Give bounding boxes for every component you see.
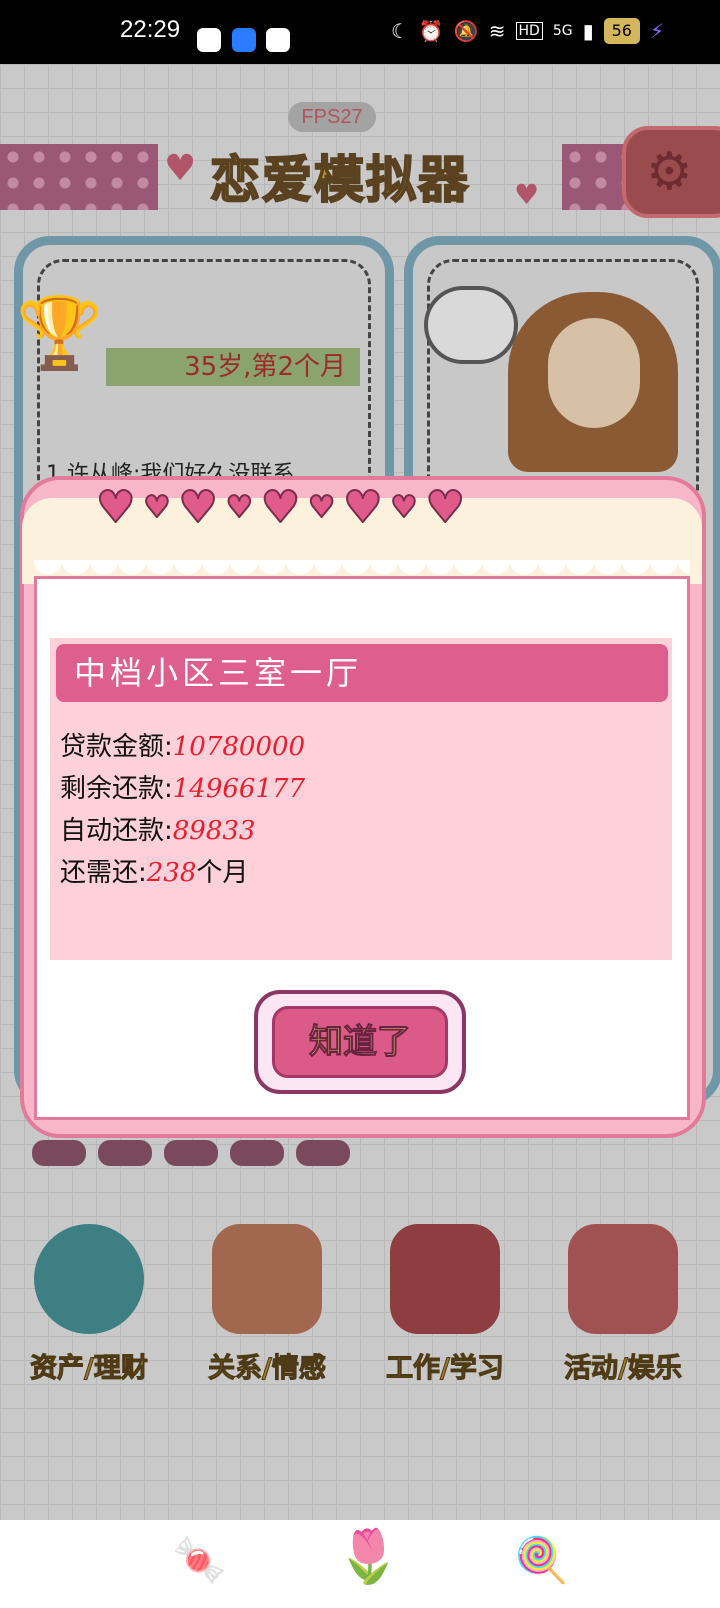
got-it-label: 知道了 xyxy=(272,1006,448,1078)
piggy-bank-icon xyxy=(34,1224,144,1334)
status-bar: 22:29 ☾ ⏰ 🔕 ≋ HD 5G ▮ 56 ⚡ xyxy=(0,0,720,64)
loan-amount-row: 贷款金额:10780000 xyxy=(60,726,305,763)
game-title: 恋爱模拟器 xyxy=(209,150,470,210)
row-value: 10780000 xyxy=(172,732,306,762)
auto-repayment-row: 自动还款:89833 xyxy=(60,810,255,847)
heart-icon: ♥ xyxy=(95,482,136,533)
candy-icon xyxy=(164,1140,218,1166)
row-label: 自动还款: xyxy=(60,816,173,846)
bottom-nav: 🍬 🌷 🍭 xyxy=(0,1520,720,1608)
age-label: 35岁,第2个月 xyxy=(106,348,360,386)
scallop-edge xyxy=(34,560,690,588)
charging-icon: ⚡ xyxy=(649,19,664,43)
network-label: 5G xyxy=(552,23,573,39)
girlfriend-face xyxy=(548,318,640,428)
heart-icon: ♥ xyxy=(424,482,465,533)
trophy-icon[interactable]: 🏆 xyxy=(16,292,103,375)
row-value: 238 xyxy=(146,858,197,888)
popcorn-icon xyxy=(568,1224,678,1334)
menu-entertainment-button[interactable]: 活动/娱乐 xyxy=(548,1224,698,1385)
heart-icon: ♥ xyxy=(514,178,540,211)
heart-icon: ♥ xyxy=(225,490,254,525)
heart-icon: ♥ xyxy=(177,482,218,533)
qq-app-icon xyxy=(197,28,221,52)
settings-button[interactable]: ⚙ xyxy=(622,126,720,218)
status-time: 22:29 xyxy=(120,16,181,43)
menu-label: 活动/娱乐 xyxy=(564,1353,683,1385)
candy-icon[interactable]: 🍬 xyxy=(172,1534,227,1586)
row-suffix: 个月 xyxy=(196,858,249,888)
remaining-repayment-row: 剩余还款:14966177 xyxy=(60,768,305,805)
couple-cups-icon xyxy=(212,1224,322,1334)
outfit-bubble-icon[interactable] xyxy=(424,286,518,364)
heart-icon: ♥ xyxy=(342,482,383,533)
mute-icon: 🔕 xyxy=(453,19,479,43)
heart-icon: ♥ xyxy=(260,482,301,533)
notebook-icon xyxy=(390,1224,500,1334)
lollipop-icon[interactable]: 🍭 xyxy=(514,1534,569,1586)
moon-icon: ☾ xyxy=(390,19,409,43)
heart-icon: ♥ xyxy=(390,490,419,525)
menu-label: 工作/学习 xyxy=(386,1353,505,1385)
wifi-icon: ≋ xyxy=(488,19,506,43)
heart-icon: ♥ xyxy=(142,490,171,525)
alarm-icon: ⏰ xyxy=(418,19,444,43)
candy-row xyxy=(32,1140,350,1166)
heart-icon: ♥ xyxy=(307,490,336,525)
row-label: 还需还: xyxy=(60,858,147,888)
menu-label: 资产/理财 xyxy=(30,1353,149,1385)
moon-app-icon xyxy=(232,28,256,52)
heart-icon: ♥ xyxy=(164,148,197,189)
menu-work-button[interactable]: 工作/学习 xyxy=(370,1224,520,1385)
battery-level: 56 xyxy=(603,18,640,44)
gear-icon: ⚙ xyxy=(646,142,693,202)
dialog-hearts: ♥ ♥ ♥ ♥ ♥ ♥ ♥ ♥ ♥ xyxy=(95,482,466,533)
candy-icon xyxy=(230,1140,284,1166)
menu-label: 关系/情感 xyxy=(208,1353,327,1385)
months-remaining-row: 还需还:238个月 xyxy=(60,852,248,889)
row-value: 89833 xyxy=(172,816,256,846)
menu-relationship-button[interactable]: 关系/情感 xyxy=(192,1224,342,1385)
fps-counter: FPS27 xyxy=(288,102,376,132)
row-value: 14966177 xyxy=(172,774,306,804)
candy-icon xyxy=(32,1140,86,1166)
camera-app-icon xyxy=(266,28,290,52)
candy-icon xyxy=(98,1140,152,1166)
flower-icon[interactable]: 🌷 xyxy=(336,1526,401,1587)
got-it-button[interactable]: 知道了 xyxy=(254,990,466,1094)
title-ribbon-left xyxy=(0,144,158,210)
status-icons: ☾ ⏰ 🔕 ≋ HD 5G ▮ 56 ⚡ xyxy=(391,18,664,44)
hd-badge: HD xyxy=(515,22,543,40)
signal-icon: ▮ xyxy=(582,19,594,43)
row-label: 剩余还款: xyxy=(60,774,173,804)
candy-icon xyxy=(296,1140,350,1166)
row-label: 贷款金额: xyxy=(60,732,173,762)
dialog-title: 中档小区三室一厅 xyxy=(56,644,668,702)
menu-assets-button[interactable]: 资产/理财 xyxy=(14,1224,164,1385)
